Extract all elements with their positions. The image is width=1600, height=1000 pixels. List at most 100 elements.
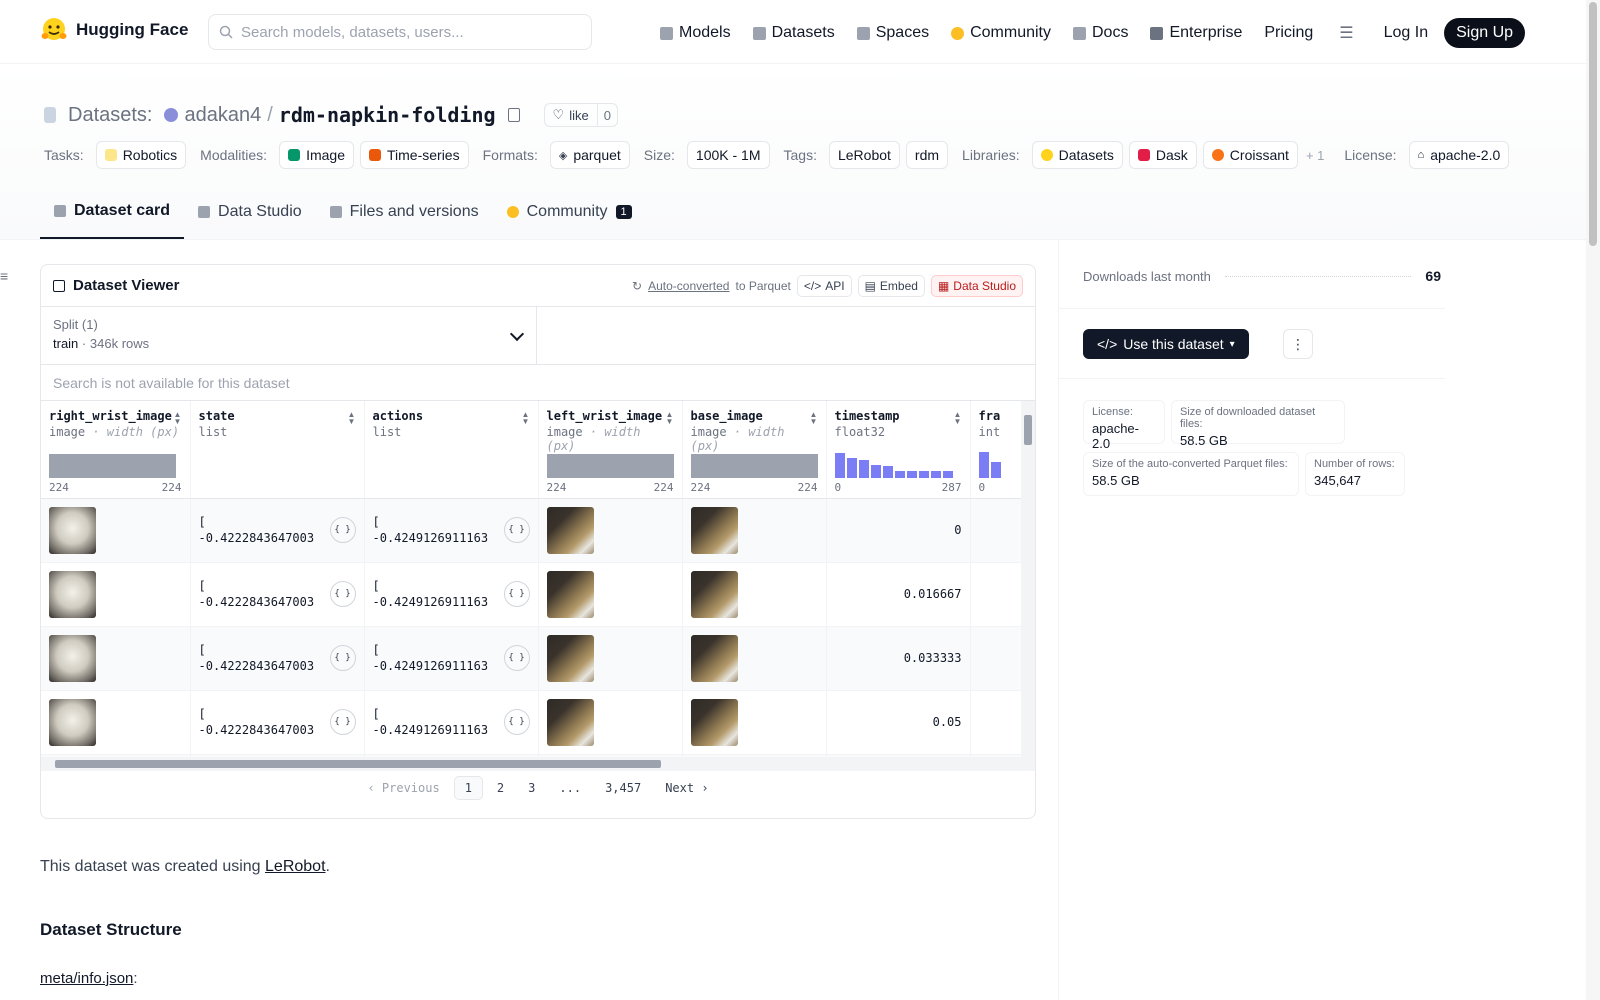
auto-converted-link[interactable]: Auto-converted (648, 279, 729, 293)
lerobot-link[interactable]: LeRobot (265, 858, 326, 875)
tag-robotics[interactable]: Robotics (95, 141, 187, 169)
histogram-bar[interactable] (918, 470, 929, 478)
tag-lerobot[interactable]: LeRobot (828, 141, 900, 169)
libraries-more[interactable]: + 1 (1306, 148, 1324, 163)
frame-histogram[interactable] (978, 451, 1001, 478)
login-link[interactable]: Log In (1384, 24, 1428, 42)
left-wrist-image-thumbnail[interactable] (546, 634, 594, 682)
col-actions[interactable]: actions list ▲ ▼ (364, 401, 539, 499)
cell-right-wrist-image[interactable] (41, 562, 191, 627)
more-menu-icon[interactable]: ☰ (1339, 23, 1353, 43)
histogram-bar[interactable] (990, 461, 1001, 478)
base-image-thumbnail[interactable] (690, 634, 738, 682)
table-vertical-scrollbar[interactable] (1021, 401, 1035, 757)
tag-time-series[interactable]: Time-series (360, 141, 469, 169)
table-row[interactable]: [ -0.4222843647003...{ }[ -0.42491269111… (41, 690, 1031, 755)
cell-state[interactable]: [ -0.4222843647003... { } (190, 626, 365, 691)
expand-json-icon[interactable]: { } (503, 709, 530, 735)
datasets-crumb[interactable]: Datasets: (68, 104, 152, 127)
histogram-bar[interactable] (894, 470, 905, 478)
histogram-bar[interactable] (978, 451, 989, 478)
table-row[interactable]: [ -0.4222843647003...{ }[ -0.42491269111… (41, 626, 1031, 691)
timestamp-histogram[interactable] (834, 452, 953, 478)
tag-size[interactable]: 100K - 1M (686, 141, 770, 169)
histogram-bar[interactable] (882, 465, 893, 478)
cell-state[interactable]: [ -0.4222843647003... { } (190, 690, 365, 755)
histogram-bar[interactable] (858, 459, 869, 478)
cell-right-wrist-image[interactable] (41, 690, 191, 755)
left-wrist-image-thumbnail[interactable] (546, 570, 594, 618)
col-left-wrist-image[interactable]: left_wrist_image image · width (px) ▲ ▼ 2… (538, 401, 683, 499)
repo-name[interactable]: rdm-napkin-folding (279, 103, 496, 127)
nav-models[interactable]: Models (660, 19, 731, 47)
like-button[interactable]: ♡ like 0 (543, 103, 618, 127)
tag-parquet[interactable]: ◈ parquet (549, 141, 630, 169)
nav-community[interactable]: Community (951, 19, 1051, 47)
histogram-bar[interactable] (870, 464, 881, 478)
meta-info-link[interactable]: meta/info.json (40, 970, 133, 987)
cell-left-wrist-image[interactable] (538, 626, 683, 691)
cell-base-image[interactable] (682, 498, 827, 563)
wrist-image-thumbnail[interactable] (49, 634, 96, 682)
sort-icon[interactable]: ▲ ▼ (174, 411, 182, 426)
sort-icon[interactable]: ▲ ▼ (522, 411, 530, 426)
col-state[interactable]: state list ▲ ▼ (190, 401, 365, 499)
expand-json-icon[interactable]: { } (503, 581, 530, 607)
histogram-bar[interactable] (906, 470, 917, 478)
base-image-thumbnail[interactable] (690, 570, 738, 618)
wrist-image-thumbnail[interactable] (49, 570, 96, 618)
search-input[interactable] (241, 23, 561, 41)
nav-pricing[interactable]: Pricing (1264, 19, 1313, 47)
cell-actions[interactable]: [ -0.4249126911163... { } (364, 562, 539, 627)
sort-icon[interactable]: ▲ ▼ (666, 411, 674, 426)
brand[interactable]: Hugging Face (40, 16, 188, 44)
global-search[interactable] (208, 14, 592, 50)
tag-rdm[interactable]: rdm (905, 141, 949, 169)
tab-files[interactable]: Files and versions (316, 185, 493, 239)
expand-json-icon[interactable]: { } (503, 645, 530, 671)
tag-image[interactable]: Image (279, 141, 354, 169)
expand-json-icon[interactable]: { } (329, 581, 356, 607)
cell-base-image[interactable] (682, 562, 827, 627)
page-3[interactable]: 3 (518, 777, 545, 799)
cell-state[interactable]: [ -0.4222843647003... { } (190, 498, 365, 563)
cell-left-wrist-image[interactable] (538, 562, 683, 627)
tab-community[interactable]: Community 1 (493, 185, 646, 239)
tag-datasets[interactable]: Datasets (1031, 141, 1123, 169)
tag-croissant[interactable]: Croissant (1202, 141, 1298, 169)
col-timestamp[interactable]: timestamp float32 ▲ ▼ 0 287 (826, 401, 971, 499)
data-studio-button[interactable]: ▦ Data Studio (930, 274, 1023, 297)
cell-state[interactable]: [ -0.4222843647003... { } (190, 562, 365, 627)
cell-timestamp[interactable]: 0.05 (826, 690, 971, 755)
cell-actions[interactable]: [ -0.4249126911163... { } (364, 498, 539, 563)
cell-base-image[interactable] (682, 626, 827, 691)
expand-json-icon[interactable]: { } (329, 517, 356, 543)
histogram-bar[interactable] (942, 470, 953, 478)
copy-icon[interactable] (507, 108, 520, 122)
page-scrollbar[interactable] (1586, 0, 1600, 1000)
owner-link[interactable]: adakan4 (184, 104, 261, 127)
left-wrist-image-thumbnail[interactable] (546, 506, 594, 554)
expand-json-icon[interactable]: { } (329, 645, 356, 671)
page-2[interactable]: 2 (487, 777, 514, 799)
cell-right-wrist-image[interactable] (41, 626, 191, 691)
table-row[interactable]: [ -0.4222843647003...{ }[ -0.42491269111… (41, 562, 1031, 627)
page-1[interactable]: 1 (453, 776, 483, 800)
left-wrist-image-thumbnail[interactable] (546, 698, 594, 746)
nav-enterprise[interactable]: Enterprise (1150, 19, 1242, 47)
tag-license[interactable]: ⌂ apache-2.0 (1408, 141, 1510, 169)
col-right-wrist-image[interactable]: right_wrist_image image · width (px) ▲ ▼ … (41, 401, 191, 499)
cell-left-wrist-image[interactable] (538, 498, 683, 563)
cell-timestamp[interactable]: 0.033333 (826, 626, 971, 691)
nav-spaces[interactable]: Spaces (856, 19, 929, 47)
wrist-image-thumbnail[interactable] (49, 506, 96, 554)
use-dataset-button[interactable]: </> Use this dataset ▾ (1083, 329, 1249, 359)
tab-data-studio[interactable]: Data Studio (184, 185, 316, 239)
cell-timestamp[interactable]: 0.016667 (826, 562, 971, 627)
signup-button[interactable]: Sign Up (1444, 18, 1526, 48)
expand-json-icon[interactable]: { } (503, 517, 530, 543)
api-button[interactable]: </> API (796, 274, 852, 297)
cell-timestamp[interactable]: 0 (826, 498, 971, 563)
split-dropdown[interactable]: Split (1) train · 346k rows (41, 307, 537, 364)
sort-icon[interactable]: ▲ ▼ (810, 411, 818, 426)
